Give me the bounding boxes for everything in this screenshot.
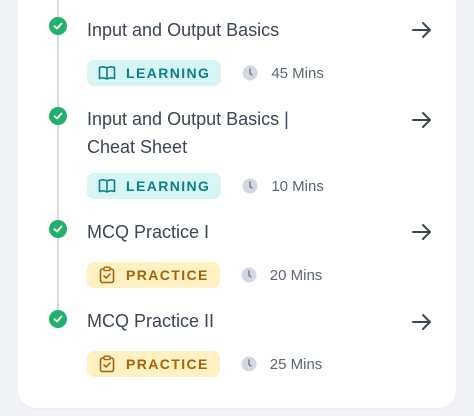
duration-text: 10 Mins <box>271 177 324 195</box>
check-circle-icon <box>49 310 67 328</box>
badge-label: LEARNING <box>126 178 211 194</box>
learning-badge: LEARNING <box>87 173 222 199</box>
item-title[interactable]: MCQ Practice I <box>87 218 387 246</box>
clipboard-check-icon <box>98 355 116 373</box>
check-circle-icon <box>49 107 67 125</box>
book-icon <box>98 177 116 195</box>
clock-icon <box>241 356 257 372</box>
practice-badge: PRACTICE <box>87 351 220 377</box>
arrow-right-icon[interactable] <box>410 220 434 244</box>
arrow-right-icon[interactable] <box>410 108 434 132</box>
learning-badge: LEARNING <box>87 60 222 86</box>
duration-text: 20 Mins <box>269 266 323 284</box>
arrow-right-icon[interactable] <box>410 310 434 334</box>
practice-badge: PRACTICE <box>87 262 220 288</box>
item-title[interactable]: Input and Output Basics | Cheat Sheet <box>87 105 317 161</box>
book-icon <box>98 64 116 82</box>
timeline-line <box>57 0 59 322</box>
badge-label: PRACTICE <box>126 267 209 283</box>
clipboard-check-icon <box>98 266 116 284</box>
duration-text: 25 Mins <box>269 355 323 373</box>
item-title[interactable]: MCQ Practice II <box>87 307 387 335</box>
clock-icon <box>241 267 257 283</box>
arrow-right-icon[interactable] <box>410 18 434 42</box>
duration-text: 45 Mins <box>271 64 324 82</box>
clock-icon <box>242 65 258 81</box>
item-title[interactable]: Input and Output Basics <box>87 16 387 44</box>
check-circle-icon <box>49 220 67 238</box>
badge-label: PRACTICE <box>126 356 209 372</box>
check-circle-icon <box>49 17 67 35</box>
badge-label: LEARNING <box>126 65 211 81</box>
clock-icon <box>242 178 258 194</box>
